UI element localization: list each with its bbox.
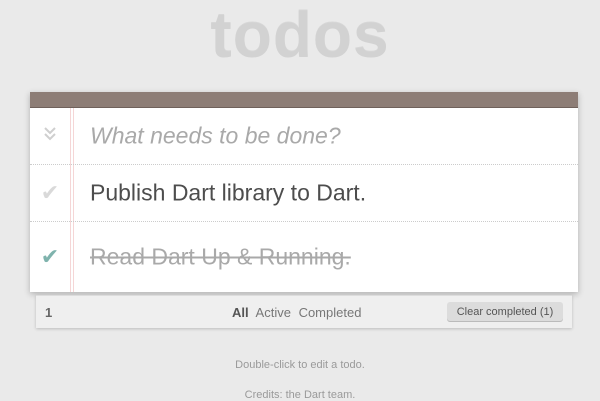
filter-completed[interactable]: Completed: [299, 305, 362, 320]
edit-hint: Double-click to edit a todo.: [235, 359, 365, 371]
check-icon[interactable]: ✔: [38, 244, 62, 270]
todo-label: Publish Dart library to Dart.: [90, 179, 367, 206]
todo-item[interactable]: ✔ Publish Dart library to Dart.: [30, 165, 578, 222]
items-left-count: 1: [45, 305, 53, 320]
check-icon[interactable]: ✔: [38, 180, 62, 206]
todo-item-completed[interactable]: ✔ Read Dart Up & Running.: [30, 222, 578, 292]
todo-list-card: What needs to be done? ✔ Publish Dart li…: [30, 92, 578, 292]
filter-all[interactable]: All: [232, 305, 249, 320]
new-todo-row: What needs to be done?: [30, 108, 578, 165]
filters: All Active Completed: [232, 305, 365, 320]
todo-label: Read Dart Up & Running.: [90, 243, 351, 270]
new-todo-input[interactable]: What needs to be done?: [90, 123, 341, 150]
toggle-all-icon[interactable]: [38, 127, 62, 145]
header-bar: [30, 92, 578, 108]
credits: Credits: the Dart team.: [244, 389, 356, 401]
app-title: todos: [210, 0, 390, 71]
todo-footer: 1 All Active Completed Clear completed (…: [36, 295, 572, 328]
clear-completed-button[interactable]: Clear completed (1): [447, 302, 563, 322]
filter-active[interactable]: Active: [256, 305, 291, 320]
